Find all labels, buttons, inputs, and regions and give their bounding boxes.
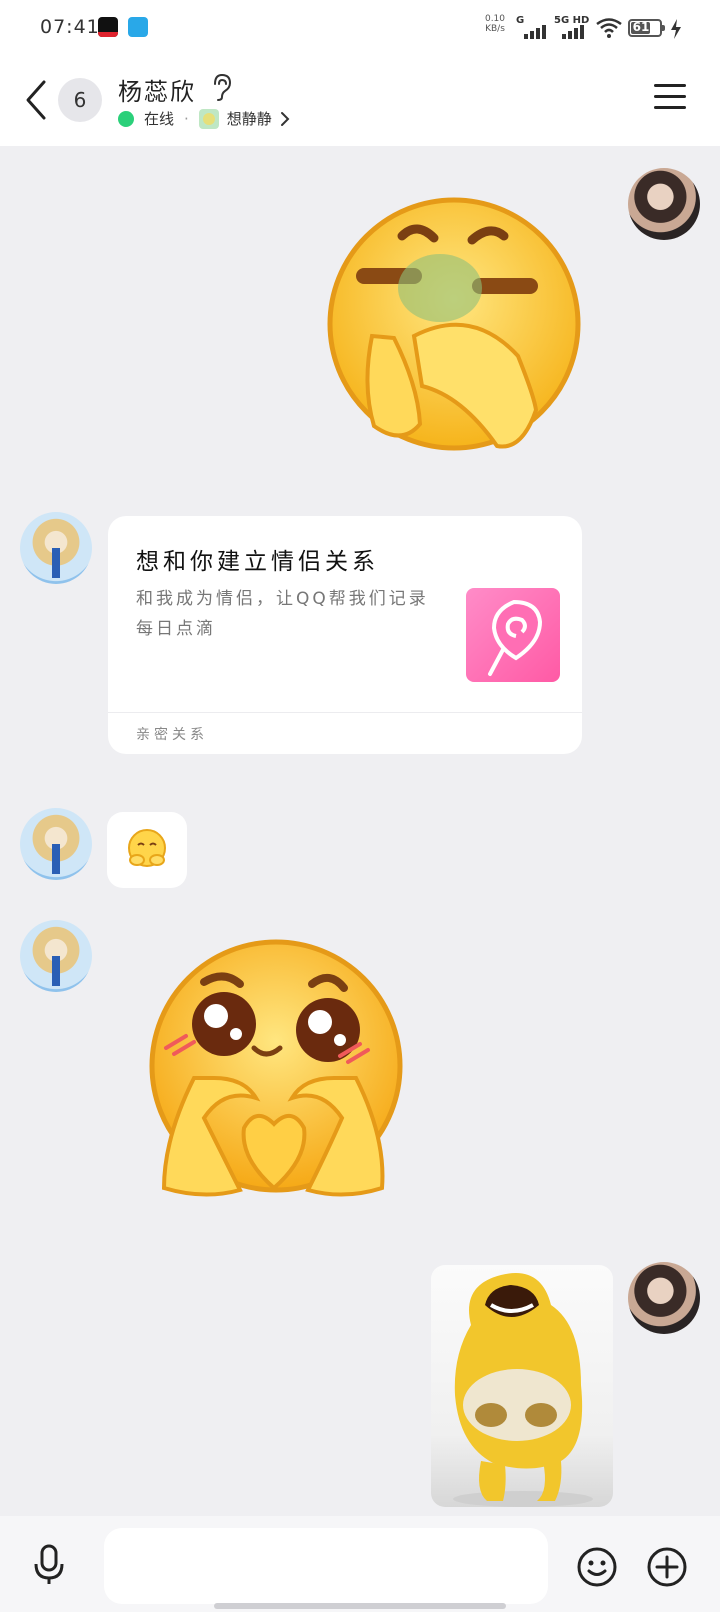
battery-icon: 61	[628, 19, 665, 37]
covering-mouth-sticker[interactable]	[322, 196, 588, 464]
chevron-right-icon	[280, 111, 290, 126]
home-indicator[interactable]	[214, 1603, 506, 1609]
contact-name[interactable]: 杨蕊欣	[118, 72, 196, 107]
ear-icon[interactable]	[210, 72, 234, 102]
charging-bolt-icon	[671, 19, 681, 39]
wifi-icon	[596, 18, 622, 38]
sim2-signal-icon: 5G HD	[554, 15, 589, 39]
plus-button[interactable]	[646, 1546, 688, 1588]
online-status: 在线	[144, 110, 175, 128]
online-dot-icon	[118, 110, 134, 127]
card-footer: 亲密关系	[136, 727, 208, 743]
battery-level: 61	[632, 20, 650, 34]
peer-avatar[interactable]	[20, 808, 92, 880]
laughing-creature-image[interactable]	[431, 1265, 613, 1507]
input-bar	[0, 1516, 720, 1612]
message-input[interactable]	[104, 1528, 548, 1604]
status-time: 07:41	[40, 16, 100, 38]
hugging-emoji-icon	[128, 829, 166, 867]
network-speed: 0.10 KB/s	[484, 14, 506, 34]
chat-header: 6 杨蕊欣 在线 · 想静静	[0, 54, 720, 146]
status-bar: 07:41 0.10 KB/s G 5G HD 61	[0, 0, 720, 54]
app-notification-icon	[128, 17, 148, 37]
back-button[interactable]	[22, 78, 52, 122]
peer-avatar[interactable]	[20, 512, 92, 584]
emoji-button[interactable]	[576, 1546, 618, 1588]
card-description: 和我成为情侣，让QQ帮我们记录每日点滴	[136, 589, 429, 639]
relationship-card[interactable]: 想和你建立情侣关系 和我成为情侣，让QQ帮我们记录每日点滴 亲密关系	[108, 516, 582, 754]
mood-status: 想静静	[226, 110, 272, 128]
menu-button[interactable]	[654, 84, 686, 112]
card-title: 想和你建立情侣关系	[136, 549, 379, 575]
card-divider	[108, 712, 582, 713]
lollipop-icon	[466, 588, 560, 682]
sim1-label: G	[516, 15, 525, 26]
mood-icon	[198, 108, 219, 129]
unread-count-badge[interactable]: 6	[58, 78, 102, 122]
self-avatar[interactable]	[628, 1262, 700, 1334]
microphone-button[interactable]	[32, 1544, 66, 1586]
heart-hands-sticker[interactable]	[144, 938, 406, 1210]
status-row[interactable]: 在线 · 想静静	[118, 108, 290, 129]
tiktok-notification-icon	[98, 17, 118, 37]
sim1-signal-icon: G	[516, 15, 548, 39]
self-avatar[interactable]	[628, 168, 700, 240]
peer-avatar[interactable]	[20, 920, 92, 992]
small-emoji-bubble[interactable]	[107, 812, 187, 888]
separator: ·	[184, 109, 189, 128]
